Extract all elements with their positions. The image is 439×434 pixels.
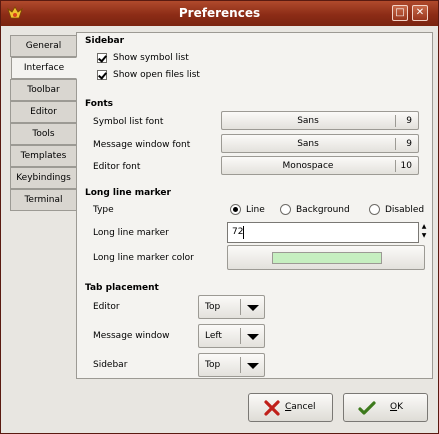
editor-font-button[interactable]: Monospace 10: [221, 156, 419, 175]
long-line-marker-value: 72: [232, 227, 244, 237]
tab-editor[interactable]: Editor: [10, 101, 76, 123]
sidebar-placement-select[interactable]: Top: [198, 353, 265, 377]
ok-icon: [358, 401, 376, 415]
sidebar-placement-label: Sidebar: [93, 360, 128, 370]
background-radio[interactable]: [280, 204, 291, 215]
message-placement-select[interactable]: Left: [198, 324, 265, 348]
tab-placement-heading: Tab placement: [85, 283, 159, 293]
symbol-font-size: 9: [406, 116, 412, 126]
background-radio-label[interactable]: Background: [296, 205, 350, 215]
sidebar-placement-value: Top: [205, 360, 221, 370]
marker-color-label: Long line marker color: [93, 253, 194, 263]
message-font-name: Sans: [297, 139, 319, 149]
message-placement-label: Message window: [93, 331, 170, 341]
chevron-down-icon: [247, 363, 259, 369]
tab-keybindings[interactable]: Keybindings: [10, 167, 76, 189]
separator: [395, 115, 396, 127]
close-button[interactable]: ✕: [412, 5, 428, 21]
close-icon: ✕: [415, 7, 425, 18]
fonts-heading: Fonts: [85, 99, 114, 109]
editor-placement-value: Top: [205, 302, 221, 312]
chevron-down-icon: [247, 334, 259, 340]
interface-panel: Sidebar Show symbol list Show open files…: [76, 32, 433, 379]
tab-templates[interactable]: Templates: [10, 145, 76, 167]
separator: [395, 138, 396, 150]
tab-tools[interactable]: Tools: [10, 123, 76, 145]
separator: [395, 160, 396, 172]
tab-toolbar[interactable]: Toolbar: [10, 79, 76, 101]
editor-placement-label: Editor: [93, 302, 120, 312]
separator: [240, 328, 241, 344]
symbol-font-label: Symbol list font: [93, 117, 164, 127]
show-symbol-list-label[interactable]: Show symbol list: [113, 53, 189, 63]
cancel-label: Cancel: [285, 402, 316, 412]
preferences-dialog: Preferences □ ✕ General Interface Toolba…: [0, 0, 439, 434]
settings-tabs: General Interface Toolbar Editor Tools T…: [10, 35, 77, 211]
tab-terminal[interactable]: Terminal: [10, 189, 76, 211]
editor-placement-select[interactable]: Top: [198, 295, 265, 319]
separator: [240, 299, 241, 315]
editor-font-name: Monospace: [282, 161, 334, 171]
chevron-down-icon: [247, 305, 259, 311]
window-title: Preferences: [178, 6, 261, 20]
symbol-font-name: Sans: [297, 116, 319, 126]
disabled-radio[interactable]: [369, 204, 380, 215]
ok-button[interactable]: OK: [343, 393, 428, 422]
sidebar-heading: Sidebar: [85, 36, 125, 46]
show-open-files-checkbox[interactable]: [97, 70, 107, 80]
tab-interface[interactable]: Interface: [11, 57, 77, 79]
cancel-icon: [264, 400, 280, 416]
cancel-button[interactable]: Cancel: [248, 393, 333, 422]
marker-spin-arrows[interactable]: ▲ ▼: [420, 222, 428, 243]
marker-color-button[interactable]: [227, 245, 425, 270]
show-symbol-list-checkbox[interactable]: [97, 53, 107, 63]
editor-font-size: 10: [400, 161, 412, 171]
long-line-marker-label: Long line marker: [93, 228, 169, 238]
line-radio[interactable]: [230, 204, 241, 215]
tab-general[interactable]: General: [10, 35, 76, 57]
disabled-radio-label[interactable]: Disabled: [385, 205, 424, 215]
message-placement-value: Left: [205, 331, 222, 341]
title-bar[interactable]: Preferences □ ✕: [1, 1, 438, 26]
maximize-button[interactable]: □: [392, 5, 408, 21]
text-caret: [243, 226, 244, 239]
line-radio-label[interactable]: Line: [246, 205, 265, 215]
message-font-size: 9: [406, 139, 412, 149]
show-open-files-label[interactable]: Show open files list: [113, 70, 200, 80]
message-font-button[interactable]: Sans 9: [221, 134, 419, 153]
long-line-marker-input[interactable]: 72: [227, 222, 419, 243]
symbol-font-button[interactable]: Sans 9: [221, 111, 419, 130]
maximize-icon: □: [395, 7, 405, 18]
marker-color-swatch: [272, 252, 382, 264]
long-line-marker-heading: Long line marker: [85, 188, 171, 198]
editor-font-label: Editor font: [93, 162, 141, 172]
marker-type-label: Type: [93, 205, 114, 215]
ok-label: OK: [390, 402, 403, 412]
message-font-label: Message window font: [93, 140, 191, 150]
separator: [240, 357, 241, 373]
